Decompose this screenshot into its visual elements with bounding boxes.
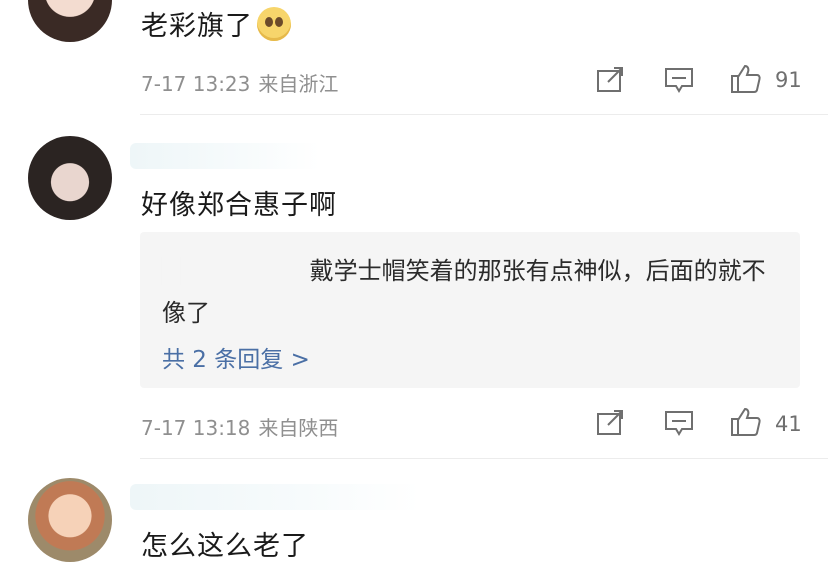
divider	[140, 458, 828, 459]
share-icon[interactable]	[596, 409, 624, 437]
like-icon[interactable]	[730, 63, 762, 95]
reply-text: ████████戴学士帽笑着的那张有点神似，后面的就不像了	[162, 257, 766, 327]
comment-location: 来自浙江	[258, 72, 339, 96]
avatar[interactable]	[28, 136, 112, 220]
like-count: 91	[775, 68, 802, 92]
comment-location: 来自陕西	[258, 416, 339, 440]
comment-icon[interactable]	[664, 66, 694, 94]
like-icon[interactable]	[730, 406, 762, 438]
comment-date: 7-17 13:23	[141, 72, 251, 96]
username-redacted	[130, 484, 420, 510]
avatar[interactable]	[28, 0, 112, 42]
comment-icon[interactable]	[664, 409, 694, 437]
comment-text: 怎么这么老了	[141, 531, 309, 562]
avatar[interactable]	[28, 478, 112, 562]
comment-text: 老彩旗了	[141, 4, 291, 43]
divider	[140, 114, 828, 115]
share-icon[interactable]	[596, 66, 624, 94]
username-redacted	[130, 143, 320, 169]
comment-meta: 7-17 13:23 来自浙江	[141, 68, 338, 97]
pleading-face-emoji-icon	[257, 7, 291, 41]
comment-date: 7-17 13:18	[141, 416, 251, 440]
like-count: 41	[775, 412, 802, 436]
reply-username-redacted: ████████	[162, 257, 310, 285]
reply-preview[interactable]: ████████戴学士帽笑着的那张有点神似，后面的就不像了 共 2 条回复 >	[140, 232, 800, 388]
comment-meta: 7-17 13:18 来自陕西	[141, 412, 338, 441]
comment-text: 好像郑合惠子啊	[141, 190, 337, 221]
view-replies-link[interactable]: 共 2 条回复 >	[162, 340, 310, 374]
